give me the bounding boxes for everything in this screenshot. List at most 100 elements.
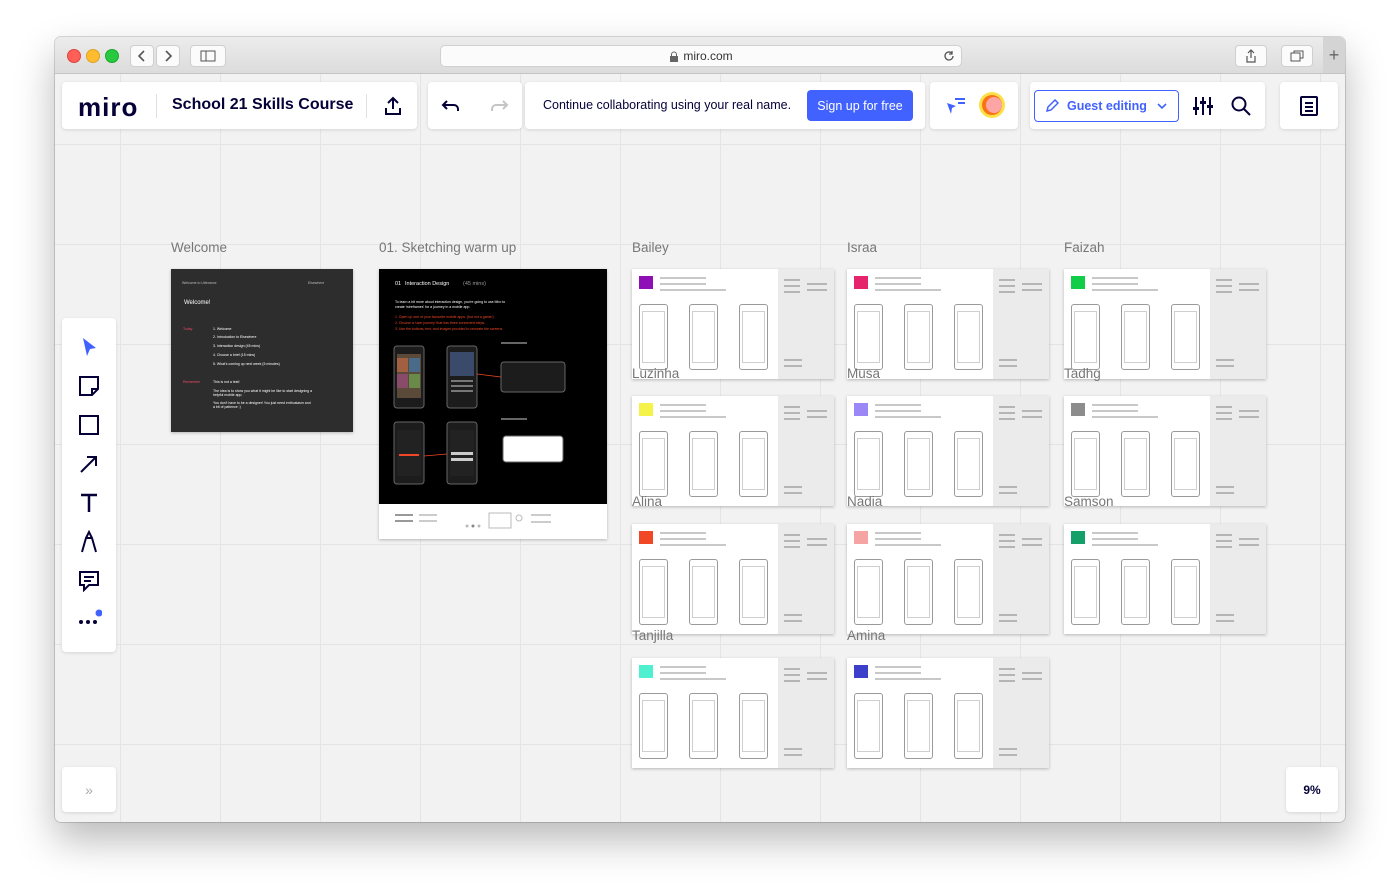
sketching-frame[interactable]: 01 Interaction Design (45 mins) To learn… <box>379 269 607 539</box>
sticky-note-tool[interactable] <box>76 373 102 399</box>
student-wireframe-frame[interactable] <box>847 269 1049 379</box>
student-wireframe-frame[interactable] <box>632 658 834 768</box>
student-wireframe-frame[interactable] <box>632 524 834 634</box>
sidebar-element <box>807 289 827 291</box>
student-wireframe-frame[interactable] <box>632 396 834 506</box>
placeholder-text-line <box>1092 532 1120 534</box>
frame-label-student[interactable]: Samson <box>1064 494 1114 509</box>
phone-wireframe[interactable] <box>739 693 768 759</box>
phone-wireframe[interactable] <box>639 431 668 497</box>
placeholder-text-line <box>875 283 903 285</box>
undo-button[interactable] <box>438 94 464 118</box>
select-tool[interactable] <box>76 334 102 360</box>
student-wireframe-frame[interactable] <box>847 396 1049 506</box>
sidebar-element <box>1216 534 1232 536</box>
phone-wireframe[interactable] <box>639 559 668 625</box>
close-window-button[interactable] <box>67 49 81 63</box>
frame-label-student[interactable]: Bailey <box>632 240 669 255</box>
tabs-button[interactable] <box>1281 45 1313 67</box>
phone-wireframe[interactable] <box>739 431 768 497</box>
text-tool[interactable] <box>76 490 102 516</box>
phone-wireframe[interactable] <box>1171 559 1200 625</box>
phone-wireframe[interactable] <box>1121 559 1150 625</box>
guest-editing-dropdown[interactable]: Guest editing <box>1034 90 1179 122</box>
phone-wireframe[interactable] <box>1071 559 1100 625</box>
search-button[interactable] <box>1228 93 1254 119</box>
phone-wireframe[interactable] <box>739 304 768 370</box>
phone-wireframe[interactable] <box>904 431 933 497</box>
export-button[interactable] <box>380 93 406 119</box>
redo-button[interactable] <box>486 94 512 118</box>
frame-label-welcome[interactable]: Welcome <box>171 240 227 255</box>
maximize-window-button[interactable] <box>105 49 119 63</box>
sign-up-button[interactable]: Sign up for free <box>807 90 913 121</box>
minimize-window-button[interactable] <box>86 49 100 63</box>
phone-wireframe[interactable] <box>689 693 718 759</box>
frame-label-sketching[interactable]: 01. Sketching warm up <box>379 240 516 255</box>
phone-wireframe[interactable] <box>689 559 718 625</box>
frame-label-student[interactable]: Amina <box>847 628 885 643</box>
student-wireframe-frame[interactable] <box>1064 269 1266 379</box>
phone-wireframe[interactable] <box>1171 431 1200 497</box>
user-avatar[interactable] <box>978 91 1006 119</box>
student-wireframe-frame[interactable] <box>1064 524 1266 634</box>
phone-wireframe[interactable] <box>1071 304 1100 370</box>
phone-wireframe[interactable] <box>954 431 983 497</box>
frame-label-student[interactable]: Luzinha <box>632 366 679 381</box>
phone-wireframe[interactable] <box>1071 431 1100 497</box>
expand-panel-button[interactable]: » <box>62 767 116 812</box>
frame-label-student[interactable]: Tadhg <box>1064 366 1101 381</box>
pen-tool[interactable] <box>76 529 102 555</box>
student-wireframe-frame[interactable] <box>847 658 1049 768</box>
student-wireframe-frame[interactable] <box>632 269 834 379</box>
board-title[interactable]: School 21 Skills Course <box>172 96 353 114</box>
sidebar-element <box>1022 283 1042 285</box>
new-tab-button[interactable]: + <box>1323 37 1345 73</box>
phone-wireframe[interactable] <box>689 431 718 497</box>
phone-wireframe[interactable] <box>904 559 933 625</box>
phone-wireframe[interactable] <box>639 693 668 759</box>
phone-wireframe[interactable] <box>904 693 933 759</box>
board-menu-button[interactable] <box>1296 94 1322 118</box>
connector-tool[interactable] <box>76 451 102 477</box>
phone-wireframe[interactable] <box>1121 304 1150 370</box>
more-tools-button[interactable] <box>76 607 102 633</box>
phone-wireframe[interactable] <box>904 304 933 370</box>
welcome-frame[interactable]: Welcome to Utterance Elsewhere Welcome! … <box>171 269 353 432</box>
sketching-step: 2. Choose a 'user journey' that has thre… <box>395 321 486 325</box>
reload-icon[interactable] <box>943 50 955 62</box>
address-bar[interactable]: miro.com <box>440 45 962 67</box>
sidebar-toggle-button[interactable] <box>190 45 226 67</box>
phone-wireframe[interactable] <box>689 304 718 370</box>
frame-label-student[interactable]: Faizah <box>1064 240 1105 255</box>
frame-label-student[interactable]: Tanjilla <box>632 628 673 643</box>
comment-tool[interactable] <box>76 568 102 594</box>
zoom-level[interactable]: 9% <box>1286 767 1338 812</box>
phone-wireframe[interactable] <box>854 431 883 497</box>
settings-button[interactable] <box>1190 93 1216 119</box>
phone-wireframe[interactable] <box>739 559 768 625</box>
board-canvas[interactable]: miro School 21 Skills Course Continue co… <box>55 74 1345 822</box>
student-wireframe-frame[interactable] <box>847 524 1049 634</box>
placeholder-text-line <box>901 678 941 680</box>
student-wireframe-frame[interactable] <box>1064 396 1266 506</box>
shape-tool[interactable] <box>76 412 102 438</box>
frame-label-student[interactable]: Israa <box>847 240 877 255</box>
frame-label-student[interactable]: Alina <box>632 494 662 509</box>
phone-wireframe[interactable] <box>854 693 883 759</box>
frame-label-student[interactable]: Musa <box>847 366 880 381</box>
phone-wireframe[interactable] <box>1171 304 1200 370</box>
attention-button[interactable] <box>942 94 968 118</box>
phone-wireframe[interactable] <box>854 559 883 625</box>
phone-wireframe[interactable] <box>639 304 668 370</box>
share-button[interactable] <box>1235 45 1267 67</box>
miro-logo[interactable]: miro <box>78 92 138 123</box>
frame-label-student[interactable]: Nadia <box>847 494 882 509</box>
phone-wireframe[interactable] <box>854 304 883 370</box>
phone-wireframe[interactable] <box>954 693 983 759</box>
forward-button[interactable] <box>156 45 180 67</box>
phone-wireframe[interactable] <box>1121 431 1150 497</box>
phone-wireframe[interactable] <box>954 304 983 370</box>
back-button[interactable] <box>130 45 154 67</box>
phone-wireframe[interactable] <box>954 559 983 625</box>
